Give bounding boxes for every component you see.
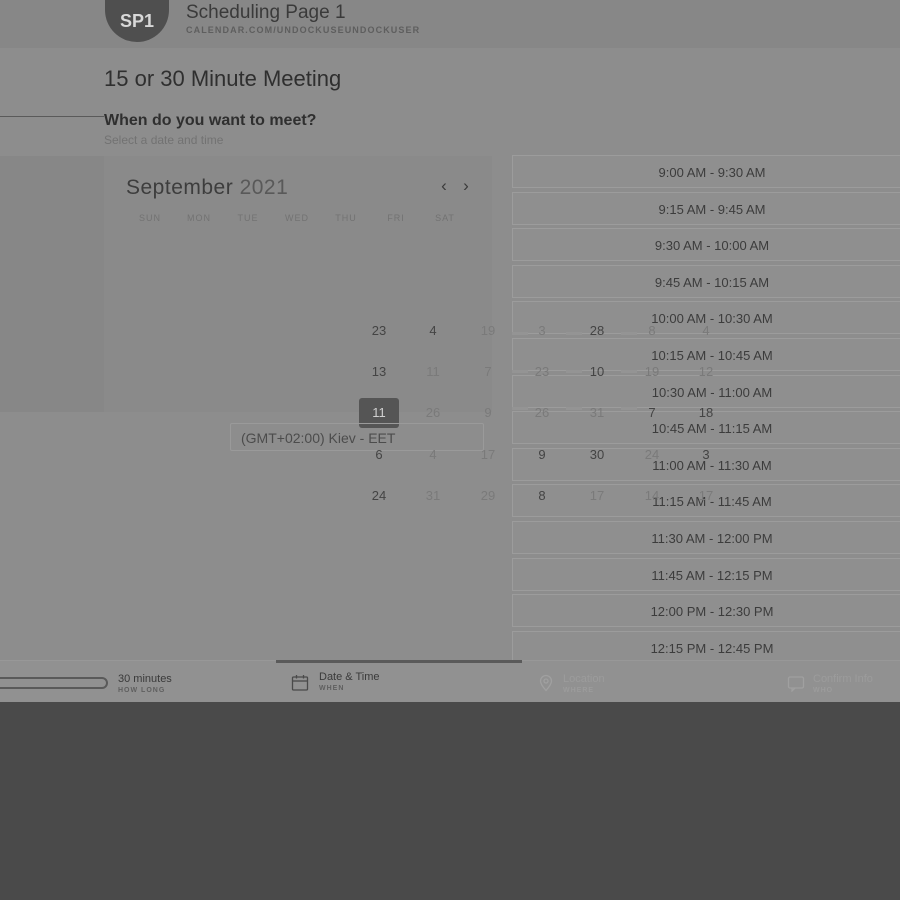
calendar-day[interactable]: 3: [686, 440, 726, 470]
page-title: Scheduling Page 1: [186, 2, 346, 23]
calendar-day: 19: [644, 364, 660, 379]
time-slot[interactable]: 12:00 PM - 12:30 PM: [512, 594, 900, 627]
calendar-day: 31: [589, 405, 605, 420]
duration-step-icon[interactable]: [0, 677, 108, 689]
weekday-sat: SAT: [435, 213, 455, 223]
section-heading: When do you want to meet?: [104, 112, 317, 129]
time-slot[interactable]: 9:15 AM - 9:45 AM: [512, 192, 900, 225]
calendar-day[interactable]: 8: [522, 481, 562, 511]
calendar-day: 29: [480, 488, 496, 503]
calendar-day: 12: [698, 364, 714, 379]
confirm-info-icon: [787, 676, 805, 692]
calendar-day: 14: [644, 488, 660, 503]
step-datetime-sub: WHEN: [319, 685, 345, 692]
calendar-day: 26: [534, 405, 550, 420]
active-step-indicator: [276, 660, 522, 663]
month-year: 2021: [239, 176, 289, 199]
time-slot[interactable]: 9:30 AM - 10:00 AM: [512, 228, 900, 261]
step-location-sub: WHERE: [563, 687, 595, 694]
calendar-icon: [291, 675, 309, 691]
calendar-day[interactable]: 9: [522, 440, 562, 470]
side-panel: [0, 156, 104, 412]
step-confirm-label[interactable]: Confirm Info: [813, 673, 873, 685]
calendar-day[interactable]: 23: [359, 316, 399, 346]
calendar-day: 24: [644, 447, 660, 462]
calendar-day[interactable]: 7: [632, 398, 672, 428]
calendar-day: 19: [480, 323, 496, 338]
section-subtitle: Select a date and time: [104, 133, 224, 147]
calendar-day[interactable]: 30: [577, 440, 617, 470]
weekday-fri: FRI: [387, 213, 405, 223]
calendar-day[interactable]: 28: [577, 316, 617, 346]
weekday-mon: MON: [187, 213, 211, 223]
calendar-day[interactable]: 24: [359, 481, 399, 511]
step-duration-label[interactable]: 30 minutes: [118, 673, 172, 685]
location-pin-icon: [539, 674, 553, 692]
calendar-day: 3: [538, 323, 546, 338]
weekday-sun: SUN: [138, 213, 161, 223]
month-label: September 2021: [126, 176, 288, 200]
month-name: September: [126, 176, 234, 199]
prev-month-button[interactable]: ‹: [437, 176, 451, 196]
calendar-day[interactable]: 10: [577, 357, 617, 387]
calendar-day: 8: [648, 323, 656, 338]
time-slot[interactable]: 11:30 AM - 12:00 PM: [512, 521, 900, 554]
avatar: SP1: [105, 0, 169, 42]
time-slot[interactable]: 9:00 AM - 9:30 AM: [512, 155, 900, 188]
step-location-label[interactable]: Location: [563, 673, 605, 685]
step-duration-sub: HOW LONG: [118, 687, 166, 694]
calendar-day: 31: [425, 488, 441, 503]
calendar-day: 7: [484, 364, 492, 379]
step-datetime-label[interactable]: Date & Time: [319, 671, 380, 683]
calendar-day[interactable]: 6: [359, 440, 399, 470]
scheduling-app: SP1 Scheduling Page 1 CALENDAR.COM/UNDOC…: [0, 0, 900, 702]
calendar-day[interactable]: 4: [413, 316, 453, 346]
next-month-button[interactable]: ›: [459, 176, 473, 196]
calendar-day: 4: [702, 323, 710, 338]
page-url[interactable]: CALENDAR.COM/UNDOCKUSEUNDOCKUSER: [186, 25, 420, 35]
page-header: SP1 Scheduling Page 1 CALENDAR.COM/UNDOC…: [0, 0, 900, 48]
time-slot[interactable]: 11:45 AM - 12:15 PM: [512, 558, 900, 591]
calendar-day: 23: [534, 364, 550, 379]
calendar-day: 17: [698, 488, 714, 503]
weekday-tue: TUE: [237, 213, 259, 223]
calendar-day: 17: [589, 488, 605, 503]
time-slot[interactable]: 9:45 AM - 10:15 AM: [512, 265, 900, 298]
divider: [0, 116, 104, 117]
meeting-title: 15 or 30 Minute Meeting: [104, 66, 342, 91]
weekday-thu: THU: [335, 213, 357, 223]
step-confirm-sub: WHO: [813, 687, 834, 694]
calendar-day: 11: [426, 364, 440, 379]
weekday-wed: WED: [285, 213, 309, 223]
calendar-day[interactable]: 13: [359, 357, 399, 387]
calendar-day: 4: [429, 447, 437, 462]
calendar-day: 17: [480, 447, 496, 462]
calendar-day[interactable]: 18: [686, 398, 726, 428]
